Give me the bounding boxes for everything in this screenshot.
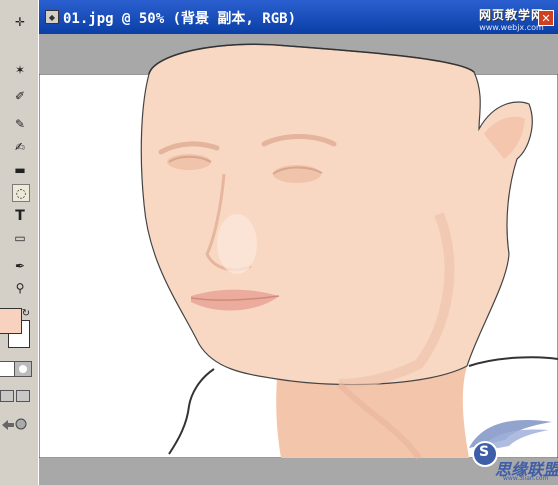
brush-tool-icon[interactable]: ✎: [12, 116, 28, 132]
history-brush-tool-icon[interactable]: ✍: [12, 139, 28, 155]
image-canvas[interactable]: S 思缘联盟 www.3lian.com: [39, 34, 558, 485]
watermark-top: 网页教学网 www.webjx.com: [479, 6, 544, 32]
move-tool-icon[interactable]: ✛: [12, 14, 28, 30]
slice-tool-icon[interactable]: ✐: [12, 88, 28, 104]
close-button[interactable]: ✕: [538, 10, 554, 26]
watermark-bottom-sub: www.3lian.com: [503, 475, 549, 482]
screen-mode-standard-icon[interactable]: [0, 390, 14, 402]
smudge-tool-icon[interactable]: ◌: [12, 184, 30, 202]
document-title: 01.jpg @ 50% (背景 副本, RGB): [63, 11, 297, 27]
eyedropper-tool-icon[interactable]: ✒: [12, 258, 28, 274]
type-tool-icon[interactable]: T: [12, 208, 28, 224]
document-titlebar[interactable]: ◆ 01.jpg @ 50% (背景 副本, RGB) 网页教学网 www.we…: [39, 0, 558, 34]
quick-mask-mode-icon[interactable]: [14, 361, 32, 377]
watermark-top-line1: 网页教学网: [479, 8, 545, 22]
document-icon: ◆: [45, 10, 59, 24]
shape-tool-icon[interactable]: ▭: [12, 230, 28, 246]
gradient-tool-icon[interactable]: ▬: [12, 162, 28, 178]
jump-to-imageready-icon[interactable]: [0, 416, 28, 430]
screen-mode-full-icon[interactable]: [16, 390, 30, 402]
watermark-badge-letter: S: [479, 444, 490, 460]
foreground-color-swatch[interactable]: [0, 308, 22, 334]
magic-wand-tool-icon[interactable]: ✶: [12, 62, 28, 78]
watermark-top-line2: www.webjx.com: [479, 23, 544, 32]
toolbox-panel: ✛ ✶ ✐ ✎ ✍ ▬ ◌ T ▭ ✒ ⚲ ↻: [0, 0, 40, 485]
document-window: ◆ 01.jpg @ 50% (背景 副本, RGB) 网页教学网 www.we…: [39, 0, 558, 485]
zoom-tool-icon[interactable]: ⚲: [12, 280, 28, 296]
